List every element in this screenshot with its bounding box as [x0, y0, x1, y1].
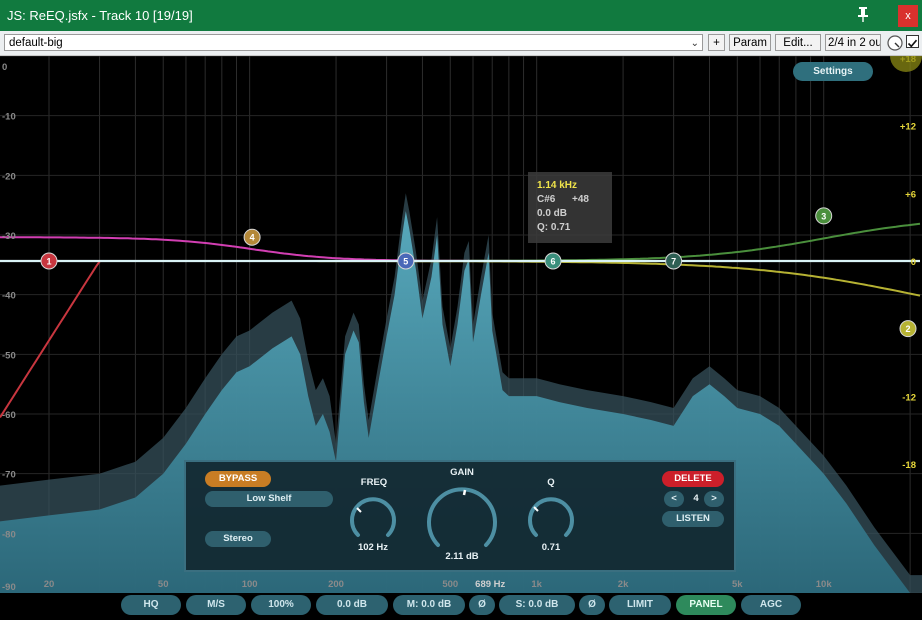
db-tick-label: -70 — [2, 470, 16, 481]
band-node-label: 6 — [550, 257, 555, 267]
freq-tick-label: 20 — [44, 579, 55, 590]
toolbar: default-big ⌄ + Param Edit... 2/4 in 2 ou — [0, 31, 922, 56]
q-knob[interactable] — [524, 492, 578, 540]
q-label: Q — [547, 477, 555, 488]
db-tick-label: -40 — [2, 291, 16, 302]
low-shelf-curve — [0, 236, 920, 262]
db-tick-label: -80 — [2, 529, 16, 540]
io-routing-button[interactable]: 2/4 in 2 ou — [825, 34, 881, 51]
filter-type-button[interactable]: Low Shelf — [205, 491, 333, 507]
db-tick-label: -10 — [2, 112, 16, 123]
wet-knob-icon[interactable] — [886, 34, 904, 52]
prev-band-button[interactable]: < — [664, 491, 684, 507]
freq-value: 102 Hz — [357, 542, 389, 553]
band-node-2[interactable]: 2 — [899, 320, 917, 338]
limit-button[interactable]: LIMIT — [609, 595, 671, 615]
gain-axis-right: +18+12+60-6-12-18 — [900, 56, 916, 471]
tooltip-note: C#6 — [537, 194, 556, 205]
bottom-bar: HQ M/S 100% 0.0 dB M: 0.0 dB Ø S: 0.0 dB… — [0, 593, 922, 620]
freq-tick-label: 689 Hz — [475, 579, 505, 590]
settings-button[interactable]: Settings — [793, 62, 873, 81]
gain-label: GAIN — [450, 467, 474, 478]
q-value: 0.71 — [541, 542, 561, 553]
band-node-label: 5 — [403, 257, 408, 267]
freq-tick-label: 5k — [732, 579, 743, 590]
band-node-7[interactable]: 7 — [665, 252, 683, 270]
mid-gain-button[interactable]: M: 0.0 dB — [393, 595, 465, 615]
ms-button[interactable]: M/S — [186, 595, 246, 615]
delete-button[interactable]: DELETE — [662, 471, 724, 487]
param-button[interactable]: Param — [729, 34, 771, 51]
stereo-button[interactable]: Stereo — [205, 531, 271, 547]
pin-icon[interactable] — [855, 5, 871, 23]
db-tick-label: -30 — [2, 231, 16, 242]
db-tick-label: -60 — [2, 410, 16, 421]
gain-tick-label: +6 — [905, 189, 916, 200]
freq-tick-label: 200 — [328, 579, 344, 590]
close-button[interactable]: x — [898, 5, 918, 27]
freq-tick-label: 50 — [158, 579, 169, 590]
freq-tick-label: 2k — [618, 579, 629, 590]
tooltip-gain: 0.0 dB — [537, 208, 568, 219]
band-node-3[interactable]: 3 — [815, 207, 833, 225]
output-gain-button[interactable]: 0.0 dB — [316, 595, 388, 615]
agc-button[interactable]: AGC — [741, 595, 801, 615]
side-phase-button[interactable]: Ø — [579, 595, 605, 615]
gain-tick-label: +12 — [900, 122, 916, 133]
db-tick-label: -50 — [2, 350, 16, 361]
band-node-5[interactable]: 5 — [397, 252, 415, 270]
add-preset-button[interactable]: + — [708, 34, 725, 51]
band-panel: BYPASS Low Shelf Stereo FREQ 102 Hz GAIN… — [184, 460, 736, 572]
band-node-4[interactable]: 4 — [243, 228, 261, 246]
band-node-label: 7 — [671, 257, 676, 267]
band-node-label: 1 — [46, 257, 51, 267]
bypass-checkbox[interactable] — [906, 35, 919, 48]
freq-label: FREQ — [360, 477, 388, 488]
hq-button[interactable]: HQ — [121, 595, 181, 615]
band-number: 4 — [693, 493, 699, 504]
band-node-1[interactable]: 1 — [40, 252, 58, 270]
freq-tick-label: 500 — [442, 579, 458, 590]
check-icon — [907, 39, 918, 48]
mid-phase-button[interactable]: Ø — [469, 595, 495, 615]
listen-button[interactable]: LISTEN — [662, 511, 724, 527]
freq-tick-label: 1k — [531, 579, 542, 590]
freq-tick-label: 10k — [816, 579, 833, 590]
gain-knob[interactable] — [424, 482, 500, 550]
window-title: JS: ReEQ.jsfx - Track 10 [19/19] — [7, 8, 193, 23]
gain-value: 2.11 dB — [445, 551, 479, 562]
high-shelf-curve-3 — [0, 222, 921, 262]
chevron-down-icon: ⌄ — [690, 38, 699, 49]
bypass-button[interactable]: BYPASS — [205, 471, 271, 487]
preset-dropdown[interactable]: default-big ⌄ — [4, 34, 703, 51]
panel-button[interactable]: PANEL — [676, 595, 736, 615]
band-node-6[interactable]: 6 — [544, 252, 562, 270]
band-node-label: 4 — [250, 233, 255, 243]
edit-button[interactable]: Edit... — [775, 34, 821, 51]
tooltip-cents: +48 — [572, 194, 589, 205]
band-node-label: 2 — [905, 324, 910, 334]
next-band-button[interactable]: > — [704, 491, 724, 507]
band-tooltip: 1.14 kHz C#6 +48 0.0 dB Q: 0.71 — [528, 172, 612, 243]
title-bar: JS: ReEQ.jsfx - Track 10 [19/19] x — [0, 0, 922, 31]
freq-tick-label: 100 — [242, 579, 258, 590]
zoom-button[interactable]: 100% — [251, 595, 311, 615]
gain-tick-label: -18 — [902, 460, 916, 471]
db-tick-label: 0 — [2, 62, 7, 73]
tooltip-freq: 1.14 kHz — [537, 180, 578, 191]
side-gain-button[interactable]: S: 0.0 dB — [499, 595, 575, 615]
gain-tick-label: 0 — [911, 257, 916, 268]
preset-name: default-big — [9, 37, 63, 49]
db-tick-label: -90 — [2, 582, 16, 593]
tooltip-q: Q: 0.71 — [537, 222, 571, 233]
freq-knob[interactable] — [346, 492, 400, 540]
db-tick-label: -20 — [2, 171, 16, 182]
band-node-label: 3 — [821, 211, 826, 221]
gain-max-highlight — [890, 56, 922, 72]
gain-tick-label: -12 — [902, 392, 916, 403]
